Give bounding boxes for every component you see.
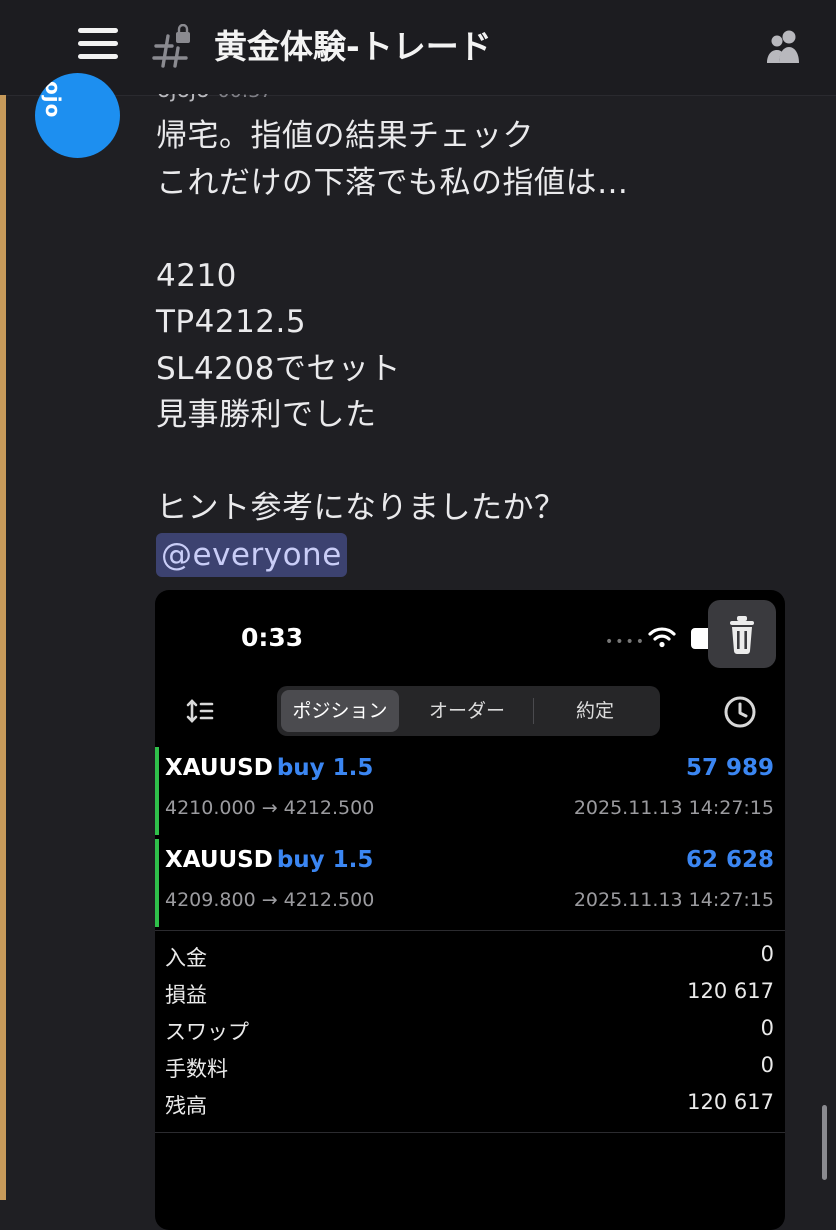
- top-bar: 黄金体験-トレード: [0, 0, 836, 96]
- position-profit: 62 628: [685, 847, 774, 873]
- position-side: buy 1.5: [276, 755, 374, 781]
- summary-value: 0: [760, 942, 774, 966]
- summary-label: スワップ: [165, 1020, 249, 1044]
- avatar-text: ojo: [41, 81, 65, 119]
- message-line: 見事勝利でした: [156, 397, 377, 433]
- summary-row: 入金 0: [165, 938, 774, 975]
- position-profit: 57 989: [685, 755, 774, 781]
- summary-value: 120 617: [687, 1090, 774, 1114]
- message-line: TP4212.5: [156, 304, 307, 340]
- scrollbar[interactable]: [822, 1105, 827, 1180]
- message-line: 帰宅。指値の結果チェック: [156, 118, 534, 154]
- tab-divider: [533, 698, 534, 724]
- message-line: [156, 439, 629, 486]
- position-symbol: XAUUSD: [165, 755, 273, 781]
- position-prices: 4209.800 → 4212.500: [165, 889, 375, 911]
- position-indicator: [155, 747, 159, 835]
- history-clock-icon[interactable]: [723, 695, 757, 729]
- tab-deals[interactable]: 約定: [535, 690, 655, 732]
- summary-label: 手数料: [165, 1057, 228, 1081]
- position-side: buy 1.5: [276, 847, 374, 873]
- position-indicator: [155, 839, 159, 927]
- menu-icon[interactable]: [78, 24, 118, 64]
- members-icon[interactable]: [764, 26, 804, 66]
- summary-label: 入金: [165, 946, 207, 970]
- message-line: [156, 206, 629, 253]
- everyone-mention[interactable]: @everyone: [156, 532, 347, 577]
- divider: [155, 930, 785, 931]
- summary-row: 残高 120 617: [165, 1086, 774, 1123]
- tab-bar: ポジション オーダー 約定: [277, 686, 660, 736]
- tab-orders[interactable]: オーダー: [405, 690, 529, 732]
- status-time: 0:33: [241, 623, 304, 652]
- position-time: 2025.11.13 14:27:15: [573, 889, 774, 911]
- channel-title: 黄金体験-トレード: [214, 27, 492, 66]
- avatar[interactable]: ojo: [35, 73, 120, 158]
- delete-attachment-button[interactable]: [708, 600, 776, 668]
- message-line: SL4208でセット: [156, 350, 401, 387]
- message-line: ヒント参考になりましたか？: [156, 490, 566, 526]
- summary-label: 損益: [165, 983, 207, 1007]
- sort-icon[interactable]: [185, 698, 215, 724]
- summary-value: 0: [760, 1016, 774, 1040]
- summary-row: 手数料 0: [165, 1049, 774, 1086]
- position-time: 2025.11.13 14:27:15: [573, 797, 774, 819]
- position-row[interactable]: XAUUSD buy 1.5 4209.800 → 4212.500 62 628…: [155, 839, 785, 927]
- summary-row: スワップ 0: [165, 1012, 774, 1049]
- summary-value: 120 617: [687, 979, 774, 1003]
- message-line: 4210: [156, 257, 237, 294]
- divider: [155, 1132, 785, 1133]
- unread-accent-bar: [0, 95, 6, 1200]
- message-content: 帰宅。指値の結果チェック これだけの下落でも私の指値は… 4210 TP4212…: [156, 113, 629, 578]
- summary-row: 損益 120 617: [165, 975, 774, 1012]
- summary-value: 0: [760, 1053, 774, 1077]
- position-row[interactable]: XAUUSD buy 1.5 4210.000 → 4212.500 57 989…: [155, 747, 785, 835]
- signal-dots: ••••: [605, 634, 647, 650]
- position-symbol: XAUUSD: [165, 847, 273, 873]
- message-line: これだけの下落でも私の指値は…: [156, 164, 629, 201]
- channel-hash-lock-icon: [152, 24, 190, 68]
- tab-positions[interactable]: ポジション: [281, 690, 399, 732]
- attached-image[interactable]: 0:33 •••• ポジション オーダー 約定 XAUUSD buy 1.5 4…: [155, 590, 785, 1230]
- trash-icon: [730, 616, 754, 654]
- wifi-icon: [648, 627, 676, 648]
- position-prices: 4210.000 → 4212.500: [165, 797, 375, 819]
- summary-label: 残高: [165, 1094, 207, 1118]
